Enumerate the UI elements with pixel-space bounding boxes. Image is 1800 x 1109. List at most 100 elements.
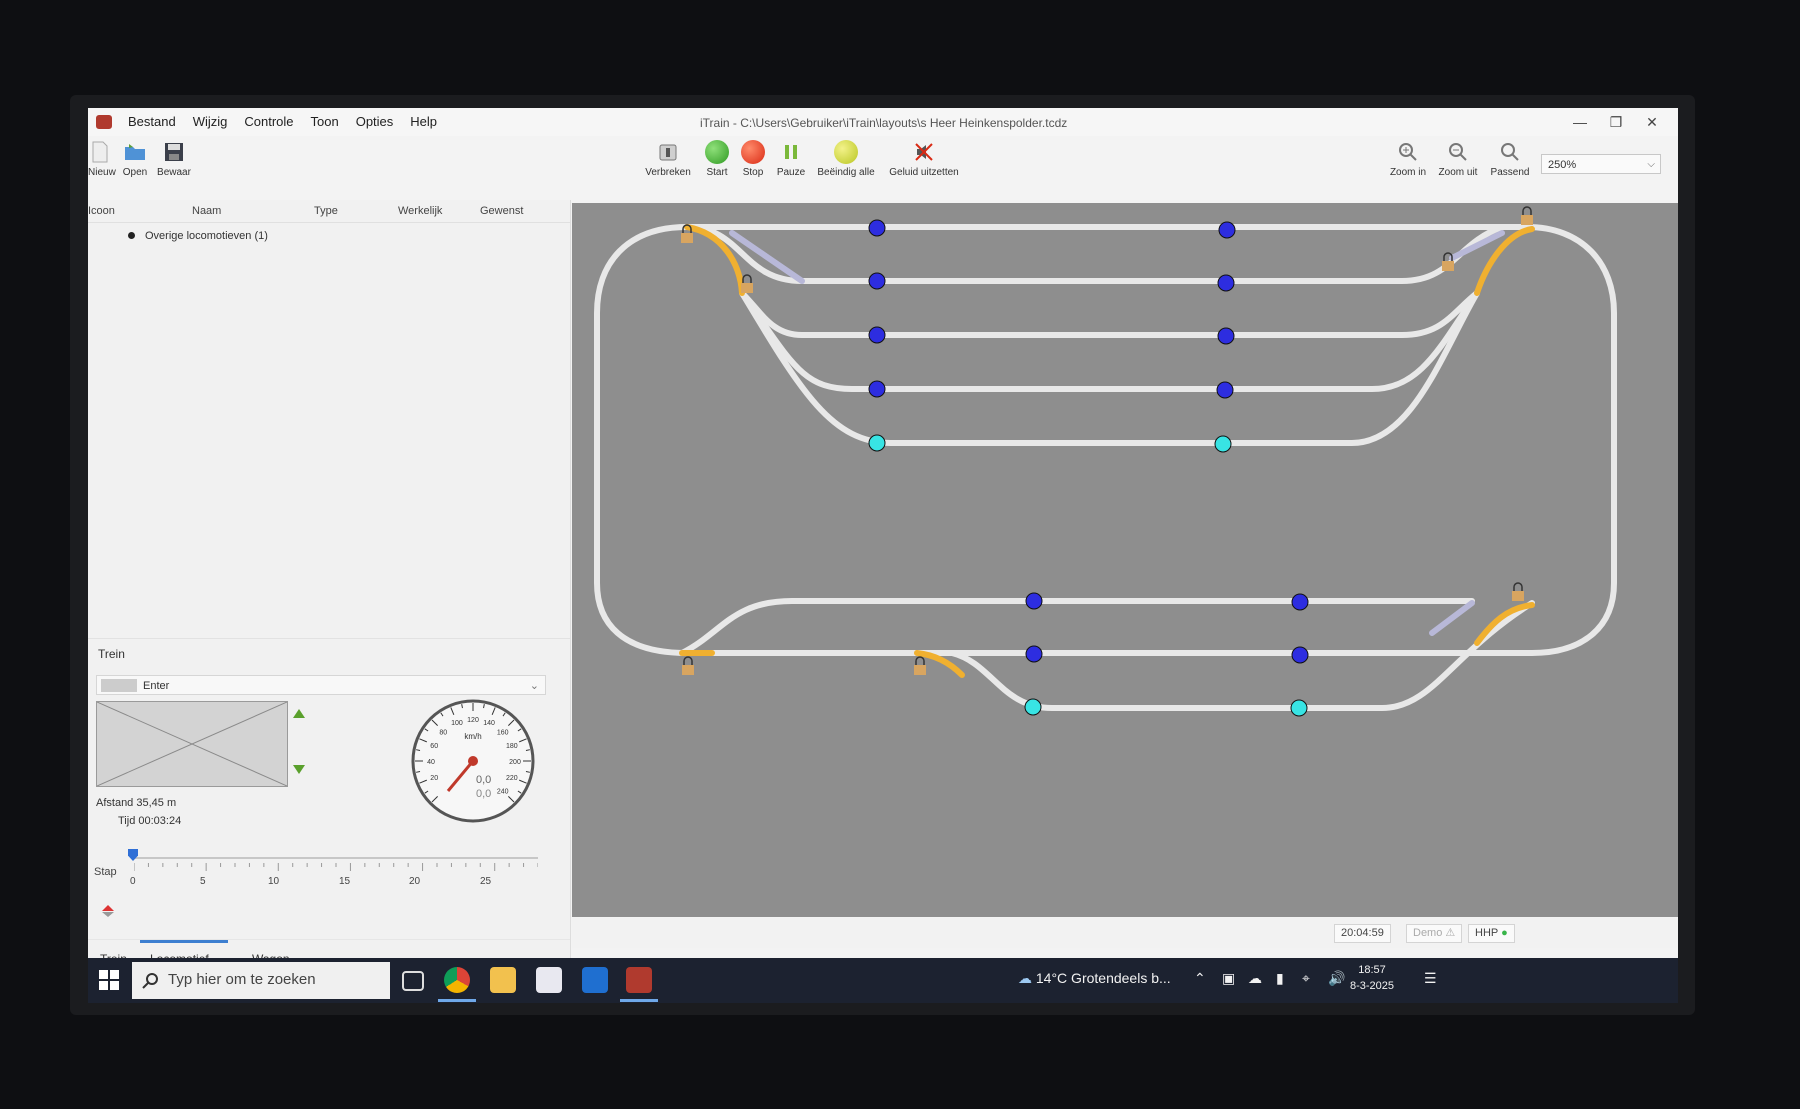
gauge-tick-label: 20	[430, 775, 438, 782]
sensor[interactable]	[1217, 327, 1235, 345]
end-all-button[interactable]: Beëindig alle	[814, 140, 878, 178]
start-button[interactable]: Start	[700, 140, 734, 178]
menu-help[interactable]: Help	[410, 114, 437, 129]
lock-icon[interactable]	[682, 656, 694, 675]
sensor-occupied[interactable]	[1024, 698, 1042, 716]
menu-toon[interactable]: Toon	[311, 114, 339, 129]
disconnect-button[interactable]: Verbreken	[638, 140, 698, 178]
save-button[interactable]: Bewaar	[154, 140, 194, 178]
sensor[interactable]	[868, 272, 886, 290]
new-file-icon	[92, 141, 108, 163]
step-slider-track[interactable]	[134, 857, 538, 859]
chrome-icon[interactable]	[444, 967, 470, 993]
col-type[interactable]: Type	[314, 205, 338, 217]
menu-opties[interactable]: Opties	[356, 114, 394, 129]
store-icon[interactable]	[536, 967, 562, 993]
lock-icon[interactable]	[914, 656, 926, 675]
disconnect-icon	[659, 144, 677, 161]
minimize-icon[interactable]: —	[1562, 112, 1598, 132]
track-station-2[interactable]	[684, 224, 1505, 284]
pause-button[interactable]: Pauze	[774, 140, 808, 178]
outlook-icon[interactable]	[582, 967, 608, 993]
weather-text: 14°C Grotendeels b...	[1035, 970, 1171, 986]
arrow-up-icon[interactable]	[293, 709, 305, 718]
meet-icon[interactable]: ▣	[1222, 970, 1235, 987]
col-name[interactable]: Naam	[192, 205, 221, 217]
open-button[interactable]: Open	[120, 140, 150, 178]
lock-icon[interactable]	[1521, 206, 1533, 225]
sensor[interactable]	[868, 326, 886, 344]
mute-button[interactable]: Geluid uitzetten	[884, 140, 964, 178]
wifi-icon[interactable]: ⌖	[1302, 970, 1310, 987]
list-item[interactable]: Overige locomotieven (1)	[128, 230, 268, 242]
sensor[interactable]	[868, 380, 886, 398]
col-desired[interactable]: Gewenst	[480, 205, 523, 217]
speed-target: 0,0	[476, 788, 491, 800]
sensor-occupied[interactable]	[868, 434, 886, 452]
col-actual[interactable]: Werkelijk	[398, 205, 442, 217]
direction-icon[interactable]	[102, 905, 114, 917]
start-icon	[705, 140, 729, 164]
sensor[interactable]	[1291, 593, 1309, 611]
lock-icon[interactable]	[1442, 252, 1454, 271]
disconnect-label: Verbreken	[645, 167, 691, 178]
status-led-icon: ●	[1501, 927, 1508, 939]
zoom-out-button[interactable]: Zoom uit	[1434, 140, 1482, 178]
sensor[interactable]	[1217, 274, 1235, 292]
new-button[interactable]: Nieuw	[88, 140, 116, 178]
sensor[interactable]	[1291, 646, 1309, 664]
search-icon	[142, 973, 158, 989]
weather-widget[interactable]: ☁ 14°C Grotendeels b...	[1018, 970, 1171, 987]
zoom-in-button[interactable]: Zoom in	[1386, 140, 1430, 178]
restore-icon[interactable]: ❐	[1598, 112, 1634, 132]
sensor-occupied[interactable]	[1290, 699, 1308, 717]
volume-icon[interactable]: 🔊	[1328, 970, 1345, 987]
step-tick-15: 15	[339, 876, 351, 887]
train-select-value: Enter	[143, 680, 170, 692]
step-label: Stap	[94, 866, 117, 878]
clock-time: 18:57	[1358, 964, 1386, 976]
col-icon[interactable]: Icoon	[88, 205, 115, 217]
train-control-panel: Trein Enter ⌄ Afstand 35,45 m Tijd 00:03…	[88, 638, 570, 981]
track-station-5[interactable]	[739, 290, 1480, 446]
taskbar-clock[interactable]: 18:57 8-3-2025	[1350, 962, 1394, 994]
app-logo-icon	[96, 115, 112, 129]
tray-chevron-icon[interactable]: ⌃	[1194, 970, 1206, 987]
onedrive-icon[interactable]: ☁	[1248, 970, 1262, 987]
arrow-down-icon[interactable]	[293, 765, 305, 774]
menu-bestand[interactable]: Bestand	[128, 114, 176, 129]
menu-controle[interactable]: Controle	[244, 114, 293, 129]
sensor-occupied[interactable]	[1214, 435, 1232, 453]
gauge-tick-label: 60	[430, 743, 438, 750]
sensor[interactable]	[1025, 592, 1043, 610]
track-station-3[interactable]	[739, 290, 1480, 338]
track-station-4[interactable]	[739, 290, 1480, 392]
sensor[interactable]	[1025, 645, 1043, 663]
zoom-level-select[interactable]: 250% ⌵	[1541, 154, 1661, 174]
sensor[interactable]	[1216, 381, 1234, 399]
file-explorer-icon[interactable]	[490, 967, 516, 993]
notifications-icon[interactable]: ☰	[1424, 970, 1437, 987]
taskbar-search[interactable]: Typ hier om te zoeken	[132, 962, 390, 999]
demo-mode-badge[interactable]: Demo ⚠	[1406, 924, 1463, 943]
lock-icon[interactable]	[1512, 582, 1524, 601]
stop-button[interactable]: Stop	[736, 140, 770, 178]
fit-button[interactable]: Passend	[1486, 140, 1534, 178]
itrain-icon[interactable]	[626, 967, 652, 993]
menu-wijzig[interactable]: Wijzig	[193, 114, 228, 129]
track-lower-1[interactable]	[679, 598, 1475, 656]
step-tick-10: 10	[268, 876, 280, 887]
battery-icon[interactable]: ▮	[1276, 970, 1284, 987]
hhp-status[interactable]: HHP ●	[1468, 924, 1515, 943]
distance-row: Afstand 35,45 m	[96, 797, 176, 809]
zoom-in-icon	[1399, 143, 1417, 161]
lock-icon[interactable]	[741, 274, 753, 293]
sensor[interactable]	[868, 219, 886, 237]
task-view-icon[interactable]	[402, 971, 424, 991]
sensor[interactable]	[1218, 221, 1236, 239]
step-slider-thumb[interactable]	[128, 849, 138, 861]
windows-start-icon[interactable]	[98, 969, 120, 991]
close-icon[interactable]: ✕	[1634, 112, 1670, 132]
train-select[interactable]: Enter ⌄	[96, 675, 546, 695]
track-layout-canvas[interactable]	[572, 203, 1678, 917]
